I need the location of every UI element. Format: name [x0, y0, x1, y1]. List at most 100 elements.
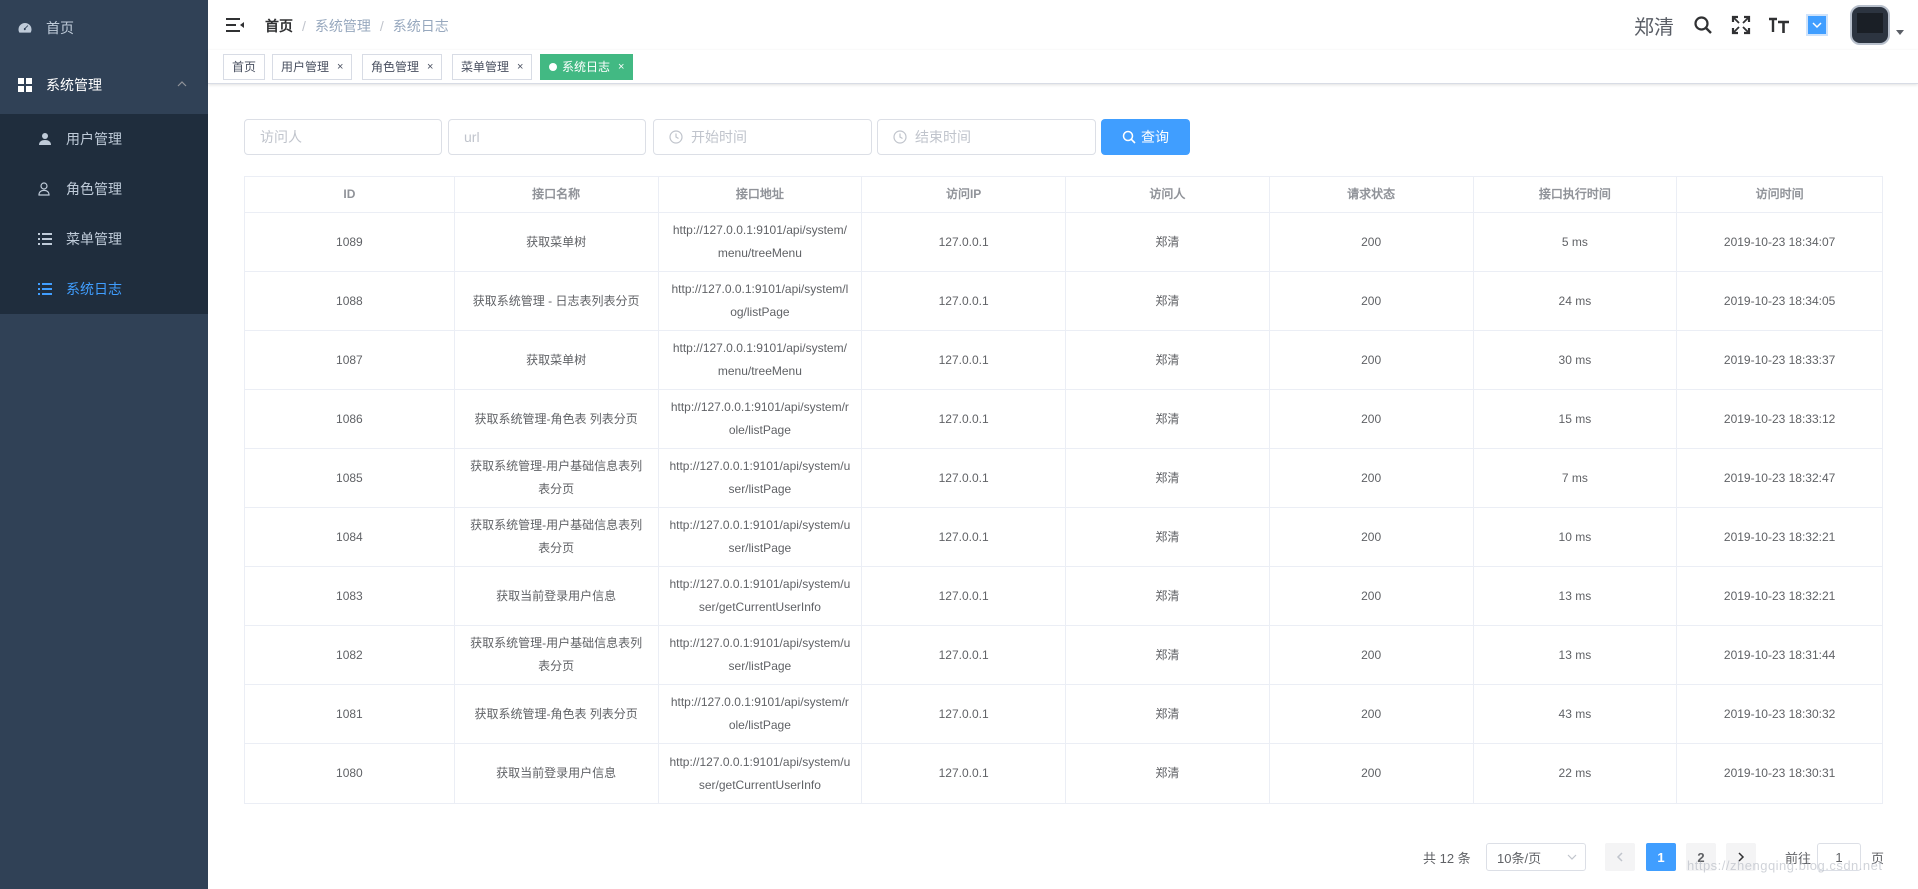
table-row: 1087 获取菜单树 http://127.0.0.1:9101/api/syste…	[245, 331, 1882, 390]
cell-ip: 127.0.0.1	[862, 508, 1066, 566]
user-icon	[36, 130, 54, 148]
cell-user-text: 郑清	[1155, 766, 1180, 780]
sidebar-item-logs[interactable]: 系统日志	[0, 264, 208, 314]
chevron-down-icon	[1812, 22, 1822, 29]
cell-at-text: 2019-10-23 18:31:44	[1723, 647, 1836, 662]
cell-at-text: 2019-10-23 18:33:12	[1723, 411, 1836, 426]
prev-page-button[interactable]	[1605, 843, 1635, 871]
search-icon[interactable]	[1692, 14, 1714, 36]
cell-status: 200	[1270, 331, 1474, 389]
tag-label: 角色管理	[371, 60, 420, 74]
page-button-1[interactable]: 1	[1646, 843, 1676, 871]
cell-id: 1088	[245, 272, 455, 330]
close-icon[interactable]: ×	[517, 55, 523, 79]
sidebar-item-roles[interactable]: 角色管理	[0, 164, 208, 214]
cell-id: 1087	[245, 331, 455, 389]
end-time-picker[interactable]: 结束时间	[877, 119, 1096, 155]
cell-url: http://127.0.0.1:9101/api/system/user/li…	[659, 449, 863, 507]
cell-url-text: http://127.0.0.1:9101/api/system/user/li…	[669, 518, 851, 555]
breadcrumb-item-logs: 系统日志	[392, 18, 449, 34]
cell-url: http://127.0.0.1:9101/api/system/role/li…	[659, 685, 863, 743]
hamburger-icon[interactable]	[225, 15, 245, 35]
table-row: 1080 获取当前登录用户信息 http://127.0.0.1:9101/api/…	[245, 744, 1882, 803]
visitor-input[interactable]: 访问人	[244, 119, 442, 155]
cell-ip: 127.0.0.1	[862, 567, 1066, 625]
end-time-placeholder: 结束时间	[915, 129, 971, 145]
cell-at: 2019-10-23 18:34:07	[1677, 213, 1882, 271]
cell-url: http://127.0.0.1:9101/api/system/user/li…	[659, 626, 863, 684]
caret-down-icon[interactable]	[1896, 29, 1904, 35]
pagination-total: 共 12 条	[1423, 850, 1471, 866]
tag-logs[interactable]: 系统日志 ×	[540, 54, 634, 80]
cell-time-text: 15 ms	[1558, 411, 1592, 426]
cell-url: http://127.0.0.1:9101/api/system/role/li…	[659, 390, 863, 448]
table-row: 1084 获取系统管理-用户基础信息表列表分页 http://127.0.0.1:9…	[245, 508, 1882, 567]
cell-name-text: 获取系统管理-角色表 列表分页	[474, 706, 638, 721]
breadcrumb: 首页 / 系统管理 / 系统日志	[265, 16, 449, 36]
theme-picker[interactable]	[1806, 14, 1828, 36]
navbar: 首页 / 系统管理 / 系统日志 郑清	[208, 0, 1918, 50]
tag-label: 用户管理	[281, 60, 330, 74]
active-dot-icon	[549, 63, 557, 71]
cell-ip-text: 127.0.0.1	[938, 411, 989, 426]
cell-at: 2019-10-23 18:30:31	[1677, 744, 1882, 803]
table-row: 1083 获取当前登录用户信息 http://127.0.0.1:9101/api/…	[245, 567, 1882, 626]
breadcrumb-separator: /	[302, 18, 306, 34]
tag-home[interactable]: 首页	[223, 54, 266, 80]
cell-ip: 127.0.0.1	[862, 331, 1066, 389]
table-row: 1089 获取菜单树 http://127.0.0.1:9101/api/syste…	[245, 213, 1882, 272]
table-row: 1081 获取系统管理-角色表 列表分页 http://127.0.0.1:9101…	[245, 685, 1882, 744]
sidebar-group-system[interactable]: 系统管理	[0, 56, 208, 114]
chevron-left-icon	[1616, 852, 1623, 862]
cell-id-text: 1084	[336, 529, 363, 544]
cell-url-text: http://127.0.0.1:9101/api/system/role/li…	[670, 400, 849, 437]
table-row: 1088 获取系统管理 - 日志表列表分页 http://127.0.0.1:910…	[245, 272, 1882, 331]
page-size-select[interactable]: 10条/页	[1486, 843, 1586, 871]
tag-users[interactable]: 用户管理 ×	[272, 54, 353, 80]
close-icon[interactable]: ×	[337, 55, 343, 79]
cell-at: 2019-10-23 18:32:21	[1677, 508, 1882, 566]
cell-url-text: http://127.0.0.1:9101/api/system/log/lis…	[671, 282, 849, 319]
sidebar-item-home[interactable]: 首页	[0, 0, 208, 56]
cell-status: 200	[1270, 567, 1474, 625]
breadcrumb-item-home[interactable]: 首页	[265, 16, 293, 36]
fullscreen-icon[interactable]	[1730, 14, 1752, 36]
cell-status-text: 200	[1361, 352, 1382, 367]
cell-user: 郑清	[1066, 390, 1270, 448]
cell-status-text: 200	[1361, 529, 1382, 544]
header-cell: 访问时间	[1755, 187, 1804, 201]
cell-ip: 127.0.0.1	[862, 449, 1066, 507]
close-icon[interactable]: ×	[427, 55, 433, 79]
start-time-picker[interactable]: 开始时间	[653, 119, 872, 155]
url-input[interactable]: url	[448, 119, 646, 155]
query-button[interactable]: 查询	[1101, 119, 1190, 155]
cell-name: 获取系统管理 - 日志表列表分页	[455, 272, 659, 330]
cell-id-text: 1082	[336, 647, 363, 662]
cell-ip: 127.0.0.1	[862, 626, 1066, 684]
tag-menus[interactable]: 菜单管理 ×	[452, 54, 533, 80]
navbar-right: 郑清	[1634, 0, 1918, 50]
nav-user-name: 郑清	[1634, 16, 1674, 39]
cell-at-text: 2019-10-23 18:34:07	[1723, 234, 1836, 249]
font-size-icon[interactable]	[1768, 14, 1790, 36]
cell-name: 获取系统管理-用户基础信息表列表分页	[455, 508, 659, 566]
visitor-placeholder: 访问人	[260, 129, 302, 145]
start-time-placeholder: 开始时间	[691, 129, 747, 145]
cell-name: 获取当前登录用户信息	[455, 567, 659, 625]
cell-status-text: 200	[1361, 766, 1382, 780]
tag-roles[interactable]: 角色管理 ×	[362, 54, 443, 80]
sidebar-item-menus[interactable]: 菜单管理	[0, 214, 208, 264]
cell-at-text: 2019-10-23 18:33:37	[1723, 352, 1836, 367]
cell-time-text: 13 ms	[1558, 647, 1592, 662]
avatar[interactable]	[1850, 5, 1890, 45]
cell-url: http://127.0.0.1:9101/api/system/log/lis…	[659, 272, 863, 330]
cell-url: http://127.0.0.1:9101/api/system/user/ge…	[659, 567, 863, 625]
cell-status: 200	[1270, 449, 1474, 507]
sidebar-item-users[interactable]: 用户管理	[0, 114, 208, 164]
sidebar-item-label: 用户管理	[66, 131, 122, 147]
close-icon[interactable]: ×	[618, 55, 624, 79]
cell-time-text: 24 ms	[1558, 293, 1592, 308]
cell-id-text: 1088	[336, 293, 363, 308]
cell-ip: 127.0.0.1	[862, 390, 1066, 448]
cell-url-text: http://127.0.0.1:9101/api/system/user/li…	[669, 636, 851, 673]
